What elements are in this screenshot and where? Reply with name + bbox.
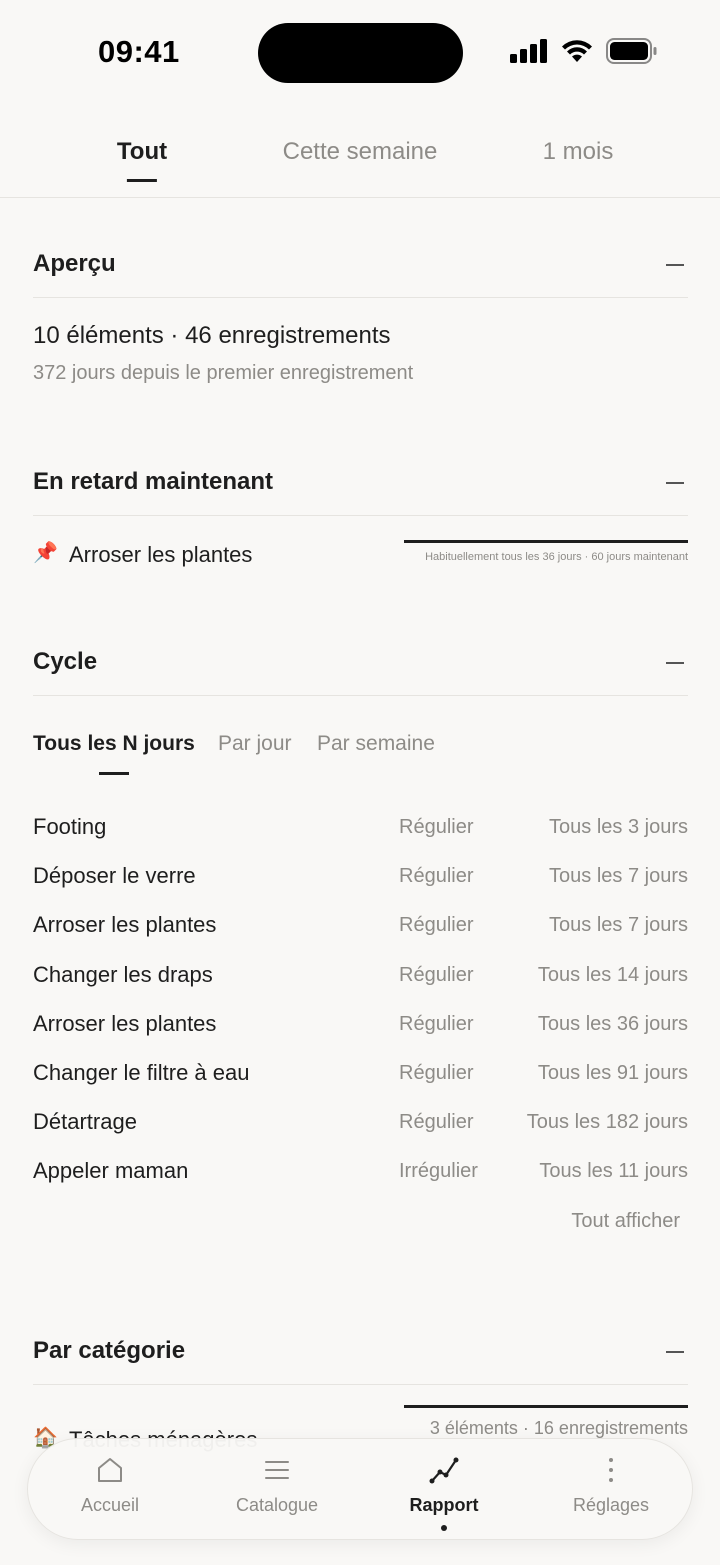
nav-catalogue[interactable]: Catalogue [207, 1439, 347, 1541]
category-progress-bar [404, 1405, 688, 1408]
tab-per-week[interactable]: Par semaine [317, 732, 435, 756]
list-item[interactable]: Footing Régulier Tous les 3 jours [33, 812, 688, 861]
period-tabs: Tout Cette semaine 1 mois [0, 120, 720, 198]
collapse-icon[interactable] [666, 1351, 684, 1353]
category-header: Par catégorie [33, 1325, 688, 1385]
list-item[interactable]: Appeler maman Irrégulier Tous les 11 jou… [33, 1156, 688, 1205]
overdue-item[interactable]: 📌 Arroser les plantes Habituellement tou… [33, 540, 688, 580]
active-indicator [441, 1525, 447, 1531]
list-item[interactable]: Arroser les plantes Régulier Tous les 36… [33, 1009, 688, 1058]
collapse-icon[interactable] [666, 264, 684, 266]
overdue-item-label: Arroser les plantes [69, 542, 253, 567]
overview-title: Aperçu [33, 250, 116, 277]
tab-all[interactable]: Tout [117, 138, 167, 166]
overdue-header: En retard maintenant [33, 456, 688, 516]
status-time: 09:41 [98, 34, 180, 69]
list-icon [265, 1461, 289, 1479]
nav-settings[interactable]: Réglages [541, 1439, 681, 1541]
list-item[interactable]: Détartrage Régulier Tous les 182 jours [33, 1107, 688, 1156]
overdue-title: En retard maintenant [33, 468, 274, 495]
wifi-icon [562, 40, 592, 62]
overview-summary: 10 éléments · 46 enregistrements [33, 322, 391, 349]
battery-icon [606, 38, 657, 64]
list-item[interactable]: Changer les draps Régulier Tous les 14 j… [33, 960, 688, 1009]
cycle-header: Cycle [33, 636, 688, 696]
show-all-button[interactable]: Tout afficher [571, 1210, 680, 1233]
list-item[interactable]: Changer le filtre à eau Régulier Tous le… [33, 1058, 688, 1107]
overdue-progress-bar [404, 540, 688, 543]
overview-since: 372 jours depuis le premier enregistreme… [33, 362, 414, 384]
nav-home[interactable]: Accueil [40, 1439, 180, 1541]
status-bar: 09:41 [0, 0, 720, 100]
tab-per-day[interactable]: Par jour [218, 732, 292, 756]
collapse-icon[interactable] [666, 482, 684, 484]
nav-report[interactable]: Rapport [374, 1439, 514, 1541]
cycle-list: Footing Régulier Tous les 3 jours Dépose… [33, 812, 688, 1206]
collapse-icon[interactable] [666, 662, 684, 664]
list-item[interactable]: Déposer le verre Régulier Tous les 7 jou… [33, 861, 688, 910]
chart-line-icon [429, 1457, 459, 1484]
category-caption: 3 éléments · 16 enregistrements [429, 1418, 688, 1438]
category-title: Par catégorie [33, 1337, 186, 1364]
overdue-caption: Habituellement tous les 36 jours · 60 jo… [425, 551, 688, 563]
cellular-signal-icon [510, 39, 547, 63]
dynamic-island [258, 23, 463, 83]
tab-one-month[interactable]: 1 mois [543, 138, 614, 166]
overview-header: Aperçu [33, 238, 688, 298]
list-item[interactable]: Arroser les plantes Régulier Tous les 7 … [33, 910, 688, 959]
more-vertical-icon [609, 1458, 613, 1482]
bottom-nav: Accueil Catalogue Rapport Réglages [27, 1438, 693, 1540]
tab-this-week[interactable]: Cette semaine [283, 138, 438, 166]
home-icon [98, 1458, 122, 1482]
cycle-tabs: Tous les N jours Par jour Par semaine [33, 732, 688, 778]
cycle-title: Cycle [33, 648, 98, 675]
pushpin-icon: 📌 [33, 542, 58, 564]
tab-indicator [99, 772, 129, 775]
tab-every-n-days[interactable]: Tous les N jours [33, 732, 195, 756]
